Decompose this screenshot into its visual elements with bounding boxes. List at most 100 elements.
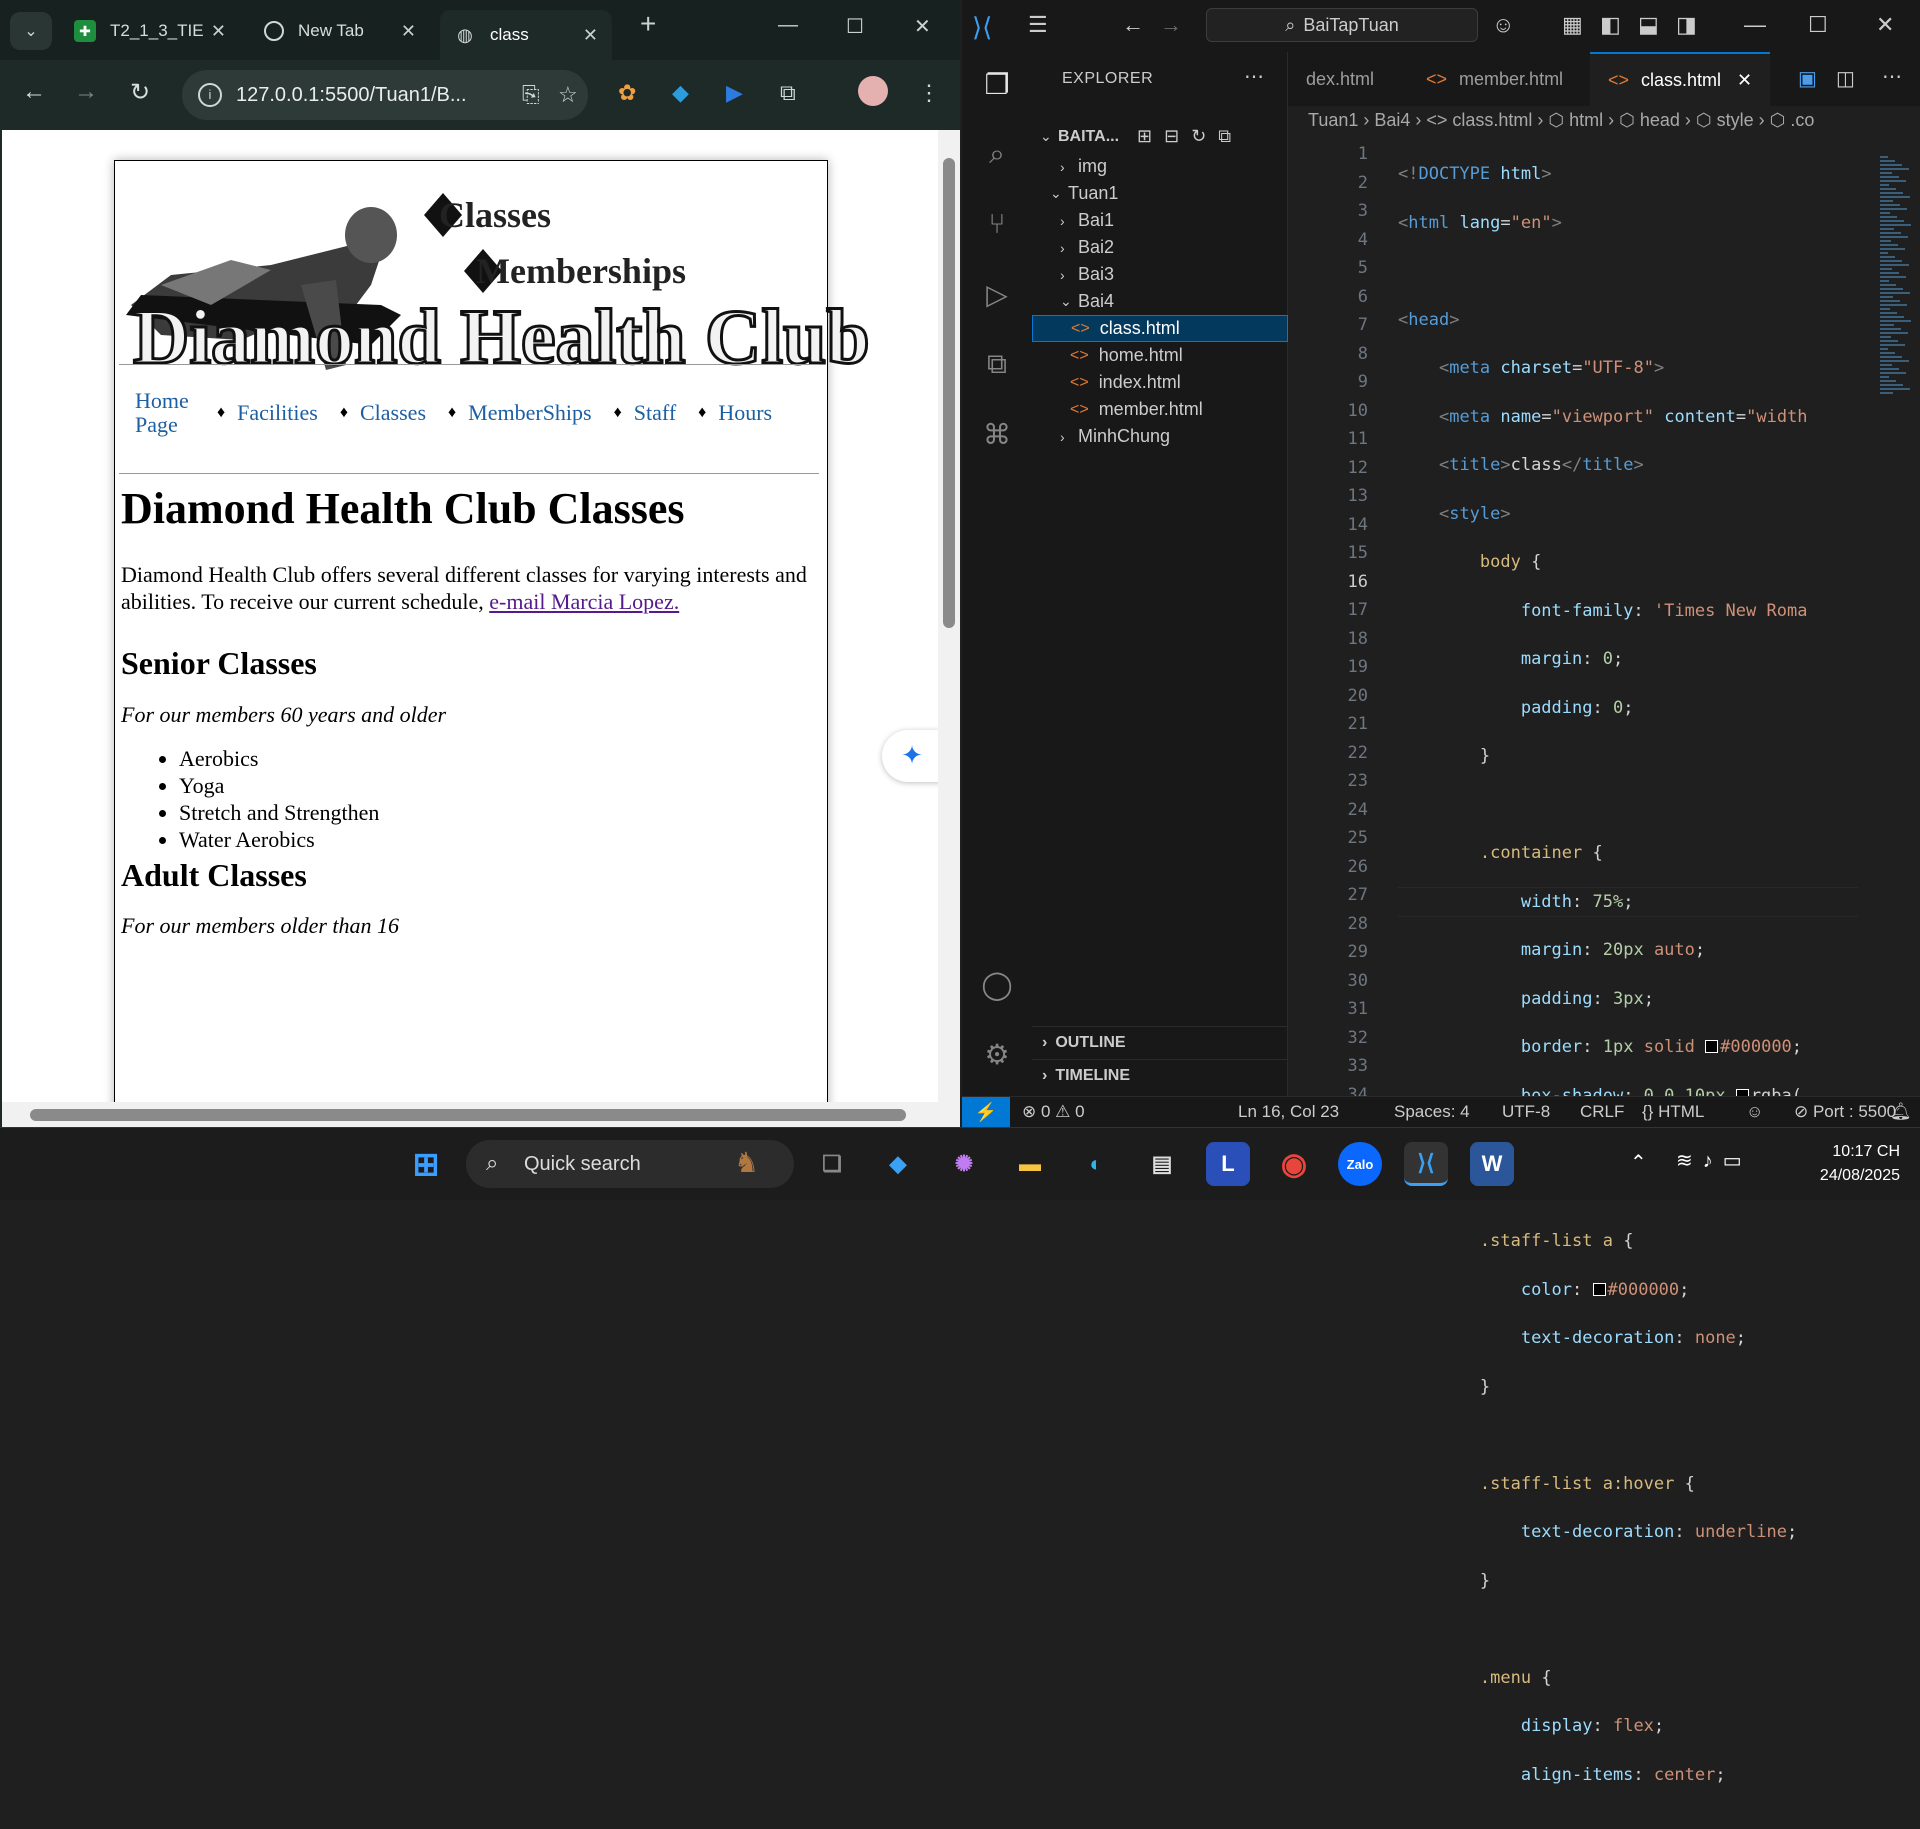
sparkle-assistant-button[interactable]: ✦ bbox=[882, 730, 938, 782]
preview-icon[interactable]: ▣ bbox=[1798, 66, 1817, 91]
tree-file[interactable]: <> home.html bbox=[1032, 342, 1288, 369]
site-info-icon[interactable]: i bbox=[198, 83, 222, 107]
close-window-button[interactable]: ✕ bbox=[914, 14, 931, 39]
nav-link-facilities[interactable]: Facilities bbox=[237, 400, 318, 426]
toggle-sidebar-icon[interactable]: ◧ bbox=[1600, 12, 1621, 38]
back-button[interactable]: ← bbox=[22, 78, 46, 106]
search-icon[interactable]: ⌕ bbox=[978, 138, 1016, 176]
back-arrow-icon[interactable]: ← bbox=[1122, 12, 1144, 38]
timeline-section[interactable]: › TIMELINE bbox=[1032, 1059, 1288, 1092]
windows-start-icon[interactable]: ⊞ bbox=[404, 1142, 448, 1186]
indentation-setting[interactable]: Spaces: 4 bbox=[1394, 1102, 1470, 1122]
maximize-button[interactable]: ☐ bbox=[846, 14, 864, 39]
remote-indicator-icon[interactable]: ⚡ bbox=[962, 1097, 1010, 1128]
translate-icon[interactable]: ⎘ bbox=[522, 82, 540, 108]
split-editor-icon[interactable]: ◫ bbox=[1836, 66, 1855, 91]
tree-folder[interactable]: › Bai2 bbox=[1032, 234, 1288, 261]
minimize-button[interactable]: — bbox=[1744, 12, 1766, 38]
run-debug-icon[interactable]: ▷ bbox=[978, 278, 1016, 316]
layout-icon[interactable]: ▦ bbox=[1562, 12, 1583, 38]
scroll-thumb[interactable] bbox=[30, 1109, 906, 1121]
close-window-button[interactable]: ✕ bbox=[1876, 12, 1894, 38]
code-editor[interactable]: <!DOCTYPE html> <html lang="en"> <head> … bbox=[1398, 140, 1858, 1829]
nav-link-staff[interactable]: Staff bbox=[634, 400, 676, 426]
explorer-files-icon[interactable]: ❐ bbox=[978, 68, 1016, 106]
preview-app-icon[interactable]: ◆ bbox=[876, 1142, 920, 1186]
horizontal-scrollbar[interactable] bbox=[2, 1102, 960, 1127]
drop-extension-icon[interactable]: ◆ bbox=[672, 80, 689, 106]
hamburger-menu-icon[interactable]: ☰ bbox=[1028, 12, 1048, 38]
tab-search-button[interactable]: ⌄ bbox=[10, 12, 52, 50]
kebab-menu-icon[interactable]: ⋮ bbox=[918, 80, 940, 106]
profile-avatar[interactable] bbox=[858, 76, 888, 106]
extensions-icon[interactable]: ⧉ bbox=[978, 348, 1016, 386]
tree-folder[interactable]: › Bai3 bbox=[1032, 261, 1288, 288]
tree-folder[interactable]: › img bbox=[1032, 153, 1288, 180]
chevron-up-icon[interactable]: ⌃ bbox=[1630, 1150, 1647, 1175]
explorer-actions[interactable]: ⊞⊟↻⧉ bbox=[1137, 126, 1243, 147]
task-view-icon[interactable]: ❏ bbox=[810, 1142, 854, 1186]
workspace-header[interactable]: ⌄ BAITA... ⊞⊟↻⧉ bbox=[1032, 120, 1288, 153]
scroll-thumb[interactable] bbox=[943, 158, 955, 628]
email-link[interactable]: e-mail Marcia Lopez. bbox=[489, 589, 679, 614]
nav-link-hours[interactable]: Hours bbox=[718, 400, 772, 426]
browser-tab[interactable]: New Tab ✕ bbox=[250, 10, 430, 52]
close-icon[interactable]: ✕ bbox=[583, 25, 598, 46]
copilot-app-icon[interactable]: ✺ bbox=[942, 1142, 986, 1186]
extensions-puzzle-icon[interactable]: ⧉ bbox=[780, 80, 796, 106]
encoding-setting[interactable]: UTF-8 bbox=[1502, 1102, 1550, 1122]
tree-file[interactable]: <> class.html bbox=[1032, 315, 1288, 342]
editor-tab[interactable]: dex.html bbox=[1288, 52, 1392, 106]
tree-folder[interactable]: ⌄ Bai4 bbox=[1032, 288, 1288, 315]
copilot-icon[interactable]: ☺ bbox=[1492, 12, 1514, 38]
more-actions-icon[interactable]: ⋯ bbox=[1244, 64, 1264, 89]
python-icon[interactable]: ⌘ bbox=[978, 418, 1016, 456]
forward-button[interactable]: → bbox=[74, 78, 98, 106]
command-center-search[interactable]: ⌕ BaiTapTuan bbox=[1206, 8, 1478, 42]
system-tray-icons[interactable]: ≋♪▭ bbox=[1676, 1148, 1752, 1173]
maximize-button[interactable]: ☐ bbox=[1808, 12, 1828, 38]
bookmark-star-icon[interactable]: ☆ bbox=[558, 82, 578, 108]
toggle-secondary-sidebar-icon[interactable]: ◨ bbox=[1676, 12, 1697, 38]
tree-folder[interactable]: › Bai1 bbox=[1032, 207, 1288, 234]
play-extension-icon[interactable]: ▶ bbox=[726, 80, 743, 106]
language-mode[interactable]: {} HTML bbox=[1642, 1102, 1704, 1122]
tree-file[interactable]: <> index.html bbox=[1032, 369, 1288, 396]
new-tab-button[interactable]: + bbox=[640, 8, 656, 40]
account-icon[interactable]: ◯ bbox=[978, 968, 1016, 1006]
notifications-bell-icon[interactable]: 🔔︎ bbox=[1890, 1102, 1912, 1122]
cursor-position[interactable]: Ln 16, Col 23 bbox=[1238, 1102, 1339, 1122]
tree-file[interactable]: <> member.html bbox=[1032, 396, 1288, 423]
file-explorer-icon[interactable]: ▬ bbox=[1008, 1142, 1052, 1186]
word-app-icon[interactable]: W bbox=[1470, 1142, 1514, 1186]
editor-tab[interactable]: <> member.html bbox=[1408, 52, 1581, 106]
eol-setting[interactable]: CRLF bbox=[1580, 1102, 1624, 1122]
settings-gear-icon[interactable]: ⚙ bbox=[978, 1038, 1016, 1076]
nav-link-classes[interactable]: Classes bbox=[360, 400, 426, 426]
l-app-icon[interactable]: L bbox=[1206, 1142, 1250, 1186]
source-control-icon[interactable]: ⑂ bbox=[978, 208, 1016, 246]
cookie-extension-icon[interactable]: ✿ bbox=[618, 80, 636, 106]
close-icon[interactable]: ✕ bbox=[401, 21, 416, 42]
browser-tab-active[interactable]: ◍ class ✕ bbox=[440, 10, 612, 60]
minimize-button[interactable]: — bbox=[778, 14, 798, 37]
vscode-app-icon[interactable]: ⟩⟨ bbox=[1404, 1142, 1448, 1186]
zalo-app-icon[interactable]: Zalo bbox=[1338, 1142, 1382, 1186]
problems-indicator[interactable]: ⊗ 0 ⚠ 0 bbox=[1022, 1102, 1085, 1122]
editor-tab-active[interactable]: <> class.html ✕ bbox=[1590, 52, 1770, 106]
nav-link-memberships[interactable]: MemberShips bbox=[468, 400, 591, 426]
outline-section[interactable]: › OUTLINE bbox=[1032, 1026, 1288, 1059]
nav-link-home[interactable]: Home Page bbox=[135, 389, 195, 437]
minimap[interactable] bbox=[1874, 136, 1920, 1016]
toggle-panel-icon[interactable]: ⬓ bbox=[1638, 12, 1659, 38]
taskbar-search[interactable]: ⌕ Quick search ♞ bbox=[466, 1140, 794, 1188]
breadcrumb[interactable]: Tuan1 › Bai4 › <> class.html › ⬡ html › … bbox=[1308, 110, 1814, 131]
close-icon[interactable]: ✕ bbox=[1737, 70, 1752, 91]
browser-tab[interactable]: ✚ T2_1_3_TIE ✕ bbox=[60, 10, 240, 52]
more-actions-icon[interactable]: ⋯ bbox=[1882, 64, 1902, 89]
close-icon[interactable]: ✕ bbox=[211, 21, 226, 42]
copilot-status-icon[interactable]: ☺ bbox=[1746, 1102, 1763, 1122]
tree-folder[interactable]: › MinhChung bbox=[1032, 423, 1288, 450]
reload-button[interactable]: ↻ bbox=[130, 78, 150, 107]
edge-browser-icon[interactable]: ◐ bbox=[1074, 1142, 1118, 1186]
